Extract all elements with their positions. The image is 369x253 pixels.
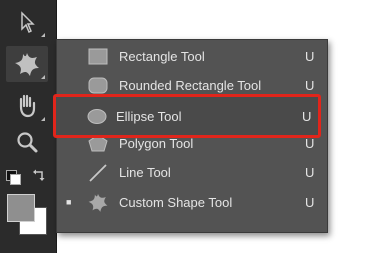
line-icon [89,164,107,182]
menu-item-label: Rectangle Tool [119,49,205,64]
tools-panel [0,0,57,253]
color-swatches [0,160,56,253]
menu-item-custom-shape-tool[interactable]: ■ Custom Shape Tool U [57,188,327,217]
menu-item-shortcut: U [302,109,312,124]
hand-tool-button[interactable] [6,88,48,124]
menu-item-label: Line Tool [119,165,171,180]
menu-item-rectangle-tool[interactable]: Rectangle Tool U [57,42,327,71]
menu-item-shortcut: U [305,49,315,64]
custom-shape-icon [88,193,108,212]
custom-shape-tool-button[interactable] [6,46,48,82]
move-arrow-icon [21,11,35,34]
foreground-color-swatch[interactable] [7,194,35,222]
ellipse-tool-highlight-box: Ellipse Tool U [53,94,321,138]
menu-item-shortcut: U [305,195,315,210]
menu-item-shortcut: U [305,165,315,180]
move-tool-button[interactable] [6,4,48,40]
rectangle-icon [88,48,108,65]
rounded-rectangle-icon [88,77,108,94]
zoom-tool-button[interactable] [6,124,48,160]
menu-item-line-tool[interactable]: Line Tool U [57,158,327,187]
custom-shape-icon [15,53,39,76]
ellipse-icon [87,109,107,124]
menu-item-label: Custom Shape Tool [119,195,233,210]
menu-item-ellipse-tool[interactable]: Ellipse Tool U [56,102,318,131]
menu-item-label: Ellipse Tool [116,109,182,124]
current-tool-indicator: ■ [66,197,72,207]
magnifier-icon [17,132,38,153]
hand-icon [19,94,36,118]
default-colors-back-icon [10,174,21,185]
swap-colors-icon[interactable] [32,168,46,182]
